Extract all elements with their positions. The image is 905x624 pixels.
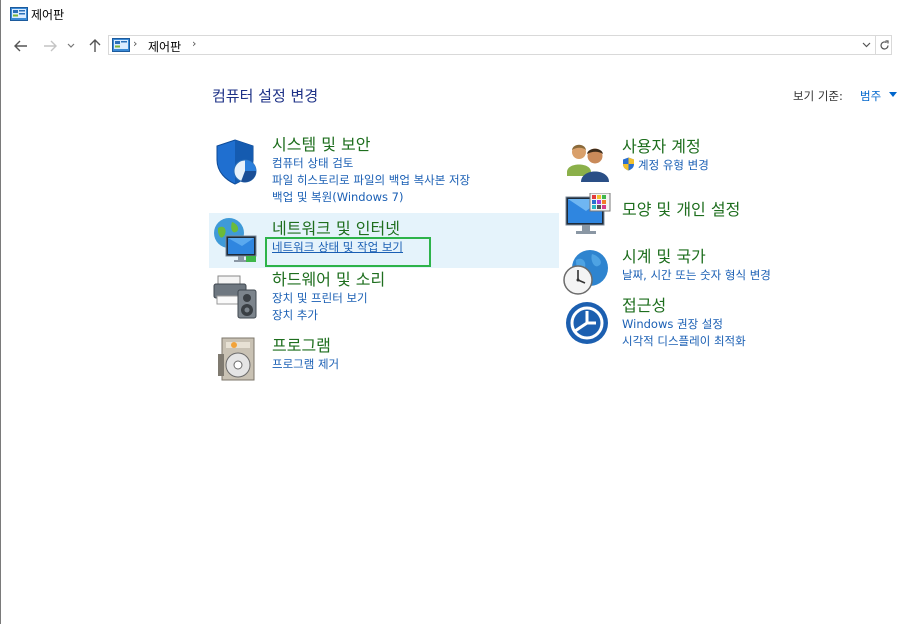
category-appearance-personalization[interactable]: 모양 및 개인 설정 bbox=[622, 200, 740, 220]
forward-button[interactable] bbox=[40, 36, 60, 56]
focus-highlight-box bbox=[265, 237, 431, 267]
category-clock-region[interactable]: 시계 및 국가 bbox=[622, 247, 771, 267]
chevron-down-icon bbox=[862, 42, 870, 48]
caret-down-icon[interactable] bbox=[889, 92, 897, 97]
view-by-label: 보기 기준: bbox=[793, 89, 843, 103]
page-heading: 컴퓨터 설정 변경 bbox=[212, 87, 319, 105]
clock-globe-icon[interactable] bbox=[562, 248, 610, 296]
network-globe-icon[interactable] bbox=[212, 216, 260, 264]
link-change-account-type[interactable]: 계정 유형 변경 bbox=[622, 157, 709, 174]
link-backup-restore[interactable]: 백업 및 복원(Windows 7) bbox=[272, 189, 470, 206]
monitor-palette-icon[interactable] bbox=[564, 193, 612, 239]
view-by-dropdown[interactable]: 범주 bbox=[860, 88, 881, 104]
title-bar: 제어판 bbox=[0, 0, 905, 30]
category-hardware-sound[interactable]: 하드웨어 및 소리 bbox=[272, 270, 385, 290]
printer-speaker-icon[interactable] bbox=[212, 272, 260, 320]
category-network-internet[interactable]: 네트워크 및 인터넷 bbox=[272, 219, 403, 239]
accessibility-icon[interactable] bbox=[565, 301, 609, 345]
refresh-icon bbox=[880, 39, 889, 49]
control-panel-icon bbox=[10, 7, 28, 21]
category-ease-of-access[interactable]: 접근성 bbox=[622, 296, 746, 316]
window-border bbox=[0, 0, 1, 624]
link-windows-recommended-settings[interactable]: Windows 권장 설정 bbox=[622, 316, 746, 333]
breadcrumb-separator-icon[interactable]: › bbox=[133, 37, 137, 50]
arrow-right-icon bbox=[44, 40, 57, 52]
uac-shield-icon bbox=[623, 157, 634, 171]
address-dropdown-button[interactable] bbox=[859, 38, 873, 52]
link-file-history-backup[interactable]: 파일 히스토리로 파일의 백업 복사본 저장 bbox=[272, 172, 470, 189]
link-change-date-time-format[interactable]: 날짜, 시간 또는 숫자 형식 변경 bbox=[622, 267, 771, 284]
address-bar[interactable]: › 제어판 › bbox=[108, 35, 892, 55]
refresh-button[interactable] bbox=[875, 36, 893, 54]
link-review-computer-status[interactable]: 컴퓨터 상태 검토 bbox=[272, 155, 470, 172]
category-programs[interactable]: 프로그램 bbox=[272, 336, 339, 356]
window-title: 제어판 bbox=[31, 8, 65, 22]
users-icon[interactable] bbox=[565, 140, 611, 184]
link-optimize-visual-display[interactable]: 시각적 디스플레이 최적화 bbox=[622, 333, 746, 350]
programs-disc-icon[interactable] bbox=[216, 336, 260, 382]
category-user-accounts[interactable]: 사용자 계정 bbox=[622, 137, 709, 157]
shield-icon[interactable] bbox=[213, 138, 261, 186]
control-panel-icon bbox=[112, 38, 130, 52]
arrow-up-icon bbox=[89, 39, 101, 52]
back-button[interactable] bbox=[11, 36, 31, 56]
breadcrumb-separator-icon[interactable]: › bbox=[192, 37, 196, 50]
chevron-down-icon bbox=[67, 43, 75, 48]
recent-locations-button[interactable] bbox=[64, 36, 78, 56]
arrow-left-icon bbox=[14, 40, 27, 52]
link-add-device[interactable]: 장치 추가 bbox=[272, 307, 385, 324]
breadcrumb-control-panel[interactable]: 제어판 bbox=[148, 38, 181, 55]
up-button[interactable] bbox=[85, 36, 105, 56]
link-uninstall-program[interactable]: 프로그램 제거 bbox=[272, 356, 339, 373]
category-system-security[interactable]: 시스템 및 보안 bbox=[272, 135, 470, 155]
link-devices-printers[interactable]: 장치 및 프린터 보기 bbox=[272, 290, 385, 307]
link-change-account-type-label: 계정 유형 변경 bbox=[638, 158, 709, 172]
